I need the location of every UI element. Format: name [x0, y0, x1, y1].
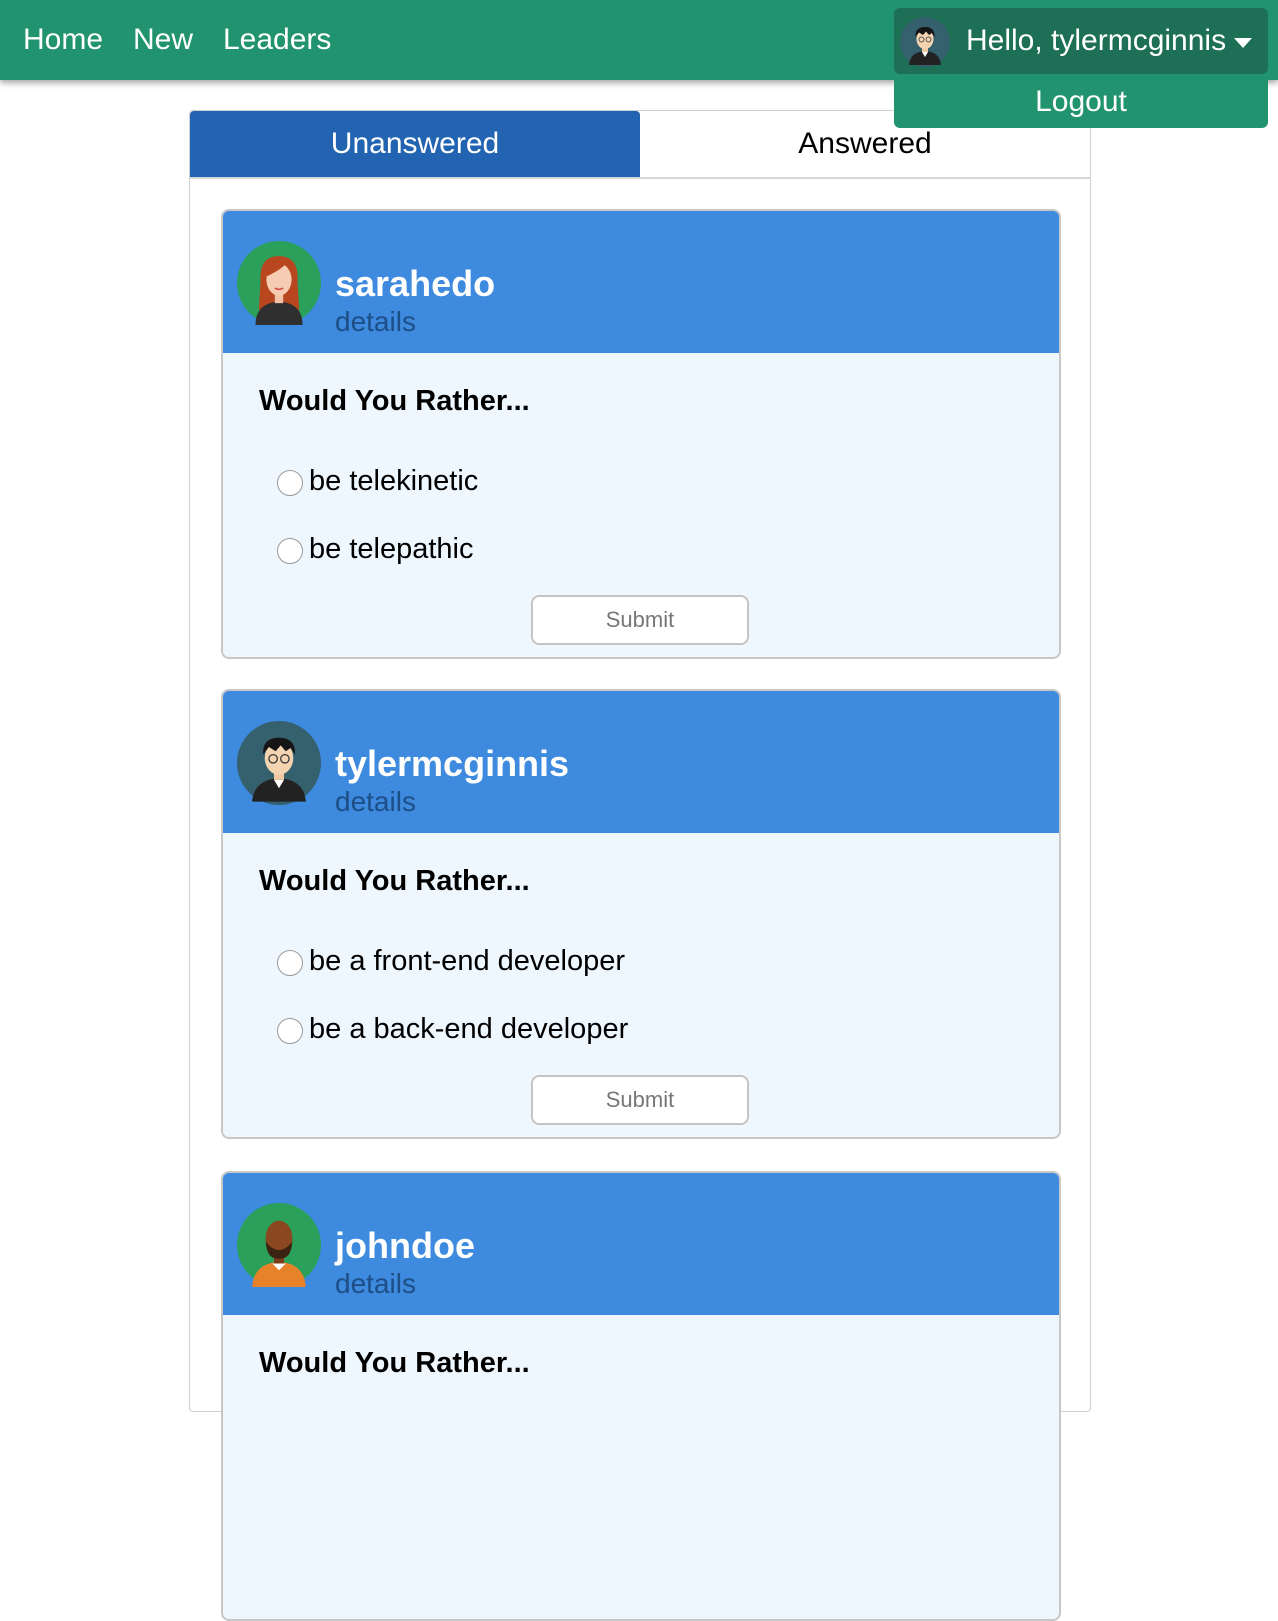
option-label: be telekinetic — [309, 465, 479, 497]
question-title: Would You Rather... — [259, 385, 530, 417]
nav-home-link[interactable]: Home — [23, 22, 103, 58]
submit-button[interactable]: Submit — [531, 1075, 749, 1125]
card-header: tylermcginnis details — [223, 691, 1059, 833]
question-card: sarahedo details Would You Rather... be … — [221, 209, 1061, 659]
card-header: sarahedo details — [223, 211, 1059, 353]
author-name: tylermcginnis — [335, 743, 570, 784]
radio-button[interactable] — [277, 538, 303, 564]
details-link[interactable]: details — [335, 785, 416, 819]
user-avatar — [900, 17, 950, 67]
questions-panel: Unanswered Answered sarahedo details Wou… — [189, 110, 1091, 1621]
user-greeting: Hello, tylermcginnis — [966, 24, 1227, 57]
top-navbar: Home New Leaders Hello, tylermcginnis — [0, 0, 1278, 80]
author-name: sarahedo — [335, 263, 496, 304]
author-name: johndoe — [335, 1225, 475, 1266]
question-card: tylermcginnis details Would You Rather..… — [221, 689, 1061, 1139]
option-label: be a front-end developer — [309, 945, 625, 977]
card-header: johndoe details — [223, 1173, 1059, 1315]
author-avatar — [237, 1203, 321, 1287]
nav-leaders-link[interactable]: Leaders — [223, 22, 331, 58]
tab-unanswered[interactable]: Unanswered — [190, 111, 640, 177]
logout-button[interactable]: Logout — [894, 78, 1268, 128]
option-label: be a back-end developer — [309, 1013, 629, 1045]
question-title: Would You Rather... — [259, 1347, 530, 1379]
author-avatar — [237, 241, 321, 325]
radio-button[interactable] — [277, 950, 303, 976]
submit-button[interactable]: Submit — [531, 595, 749, 645]
nav-new-link[interactable]: New — [133, 22, 193, 58]
author-avatar — [237, 721, 321, 805]
details-link[interactable]: details — [335, 1267, 416, 1301]
details-link[interactable]: details — [335, 305, 416, 339]
question-title: Would You Rather... — [259, 865, 530, 897]
chevron-down-icon — [1234, 38, 1252, 48]
radio-button[interactable] — [277, 1018, 303, 1044]
option-label: be telepathic — [309, 533, 474, 565]
user-menu-toggle[interactable]: Hello, tylermcginnis — [894, 8, 1268, 74]
question-card: johndoe details Would You Rather... — [221, 1171, 1061, 1621]
radio-button[interactable] — [277, 470, 303, 496]
